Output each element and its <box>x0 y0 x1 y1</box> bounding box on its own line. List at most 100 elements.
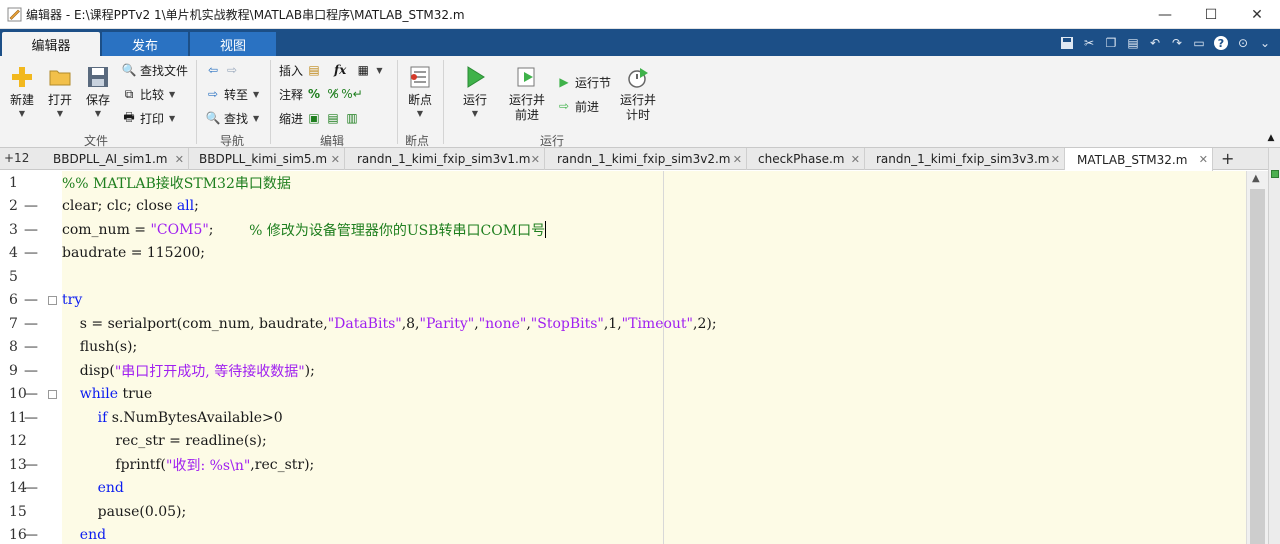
switch-windows-icon[interactable]: ▭ <box>1190 34 1208 52</box>
compare-button[interactable]: ⧉ 比较 ▼ <box>121 84 175 104</box>
uncomment-icon[interactable]: %̸ <box>325 86 341 102</box>
minimize-button[interactable]: — <box>1142 0 1188 29</box>
find-button[interactable]: 🔍 查找 ▼ <box>205 108 260 128</box>
open-button[interactable]: 打开 ▼ <box>47 64 73 118</box>
maximize-button[interactable]: ☐ <box>1188 0 1234 29</box>
printer-icon: 🖶 <box>123 109 135 124</box>
breakpoint-icon <box>407 64 433 90</box>
add-tab-button[interactable]: + <box>1221 149 1234 168</box>
fold-toggle-icon[interactable] <box>48 295 57 305</box>
expand-icon[interactable]: ⌄ <box>1256 34 1274 52</box>
redo-icon[interactable]: ↷ <box>1168 34 1186 52</box>
smart-indent-icon[interactable]: ▣ <box>306 110 322 126</box>
percent-icon[interactable]: % <box>306 86 322 102</box>
line-number: 13— <box>9 456 38 473</box>
play-icon <box>462 64 488 90</box>
tab-editor[interactable]: 编辑器 <box>2 32 100 56</box>
print-button[interactable]: 🖶 打印 ▼ <box>121 108 175 128</box>
code-line: flush(s); <box>62 339 138 356</box>
tab-file[interactable]: randn_1_kimi_fxip_sim3v2.m ✕ <box>545 148 747 170</box>
decrease-indent-icon[interactable]: ▥ <box>344 110 360 126</box>
run-and-time-button[interactable]: 运行并 计时 <box>620 64 656 123</box>
run-section-icon: ▶ <box>559 75 569 89</box>
line-number: 12 <box>9 433 27 450</box>
code-line: end <box>62 527 107 544</box>
insert-button[interactable]: 插入 ▤ <box>279 60 322 80</box>
text-cursor <box>545 221 547 239</box>
increase-indent-icon[interactable]: ▤ <box>325 110 341 126</box>
line-number: 9— <box>9 362 38 379</box>
tab-view[interactable]: 视图 <box>190 32 276 56</box>
line-number: 5 <box>9 268 18 285</box>
close-tab-icon[interactable]: ✕ <box>851 153 860 166</box>
close-tab-icon[interactable]: ✕ <box>331 153 340 166</box>
tab-file[interactable]: checkPhase.m ✕ <box>747 148 865 170</box>
vertical-scrollbar[interactable]: ▲ <box>1246 171 1268 544</box>
function-browser-icon[interactable]: ▦ <box>355 62 371 78</box>
line-number: 3— <box>9 221 38 238</box>
line-number: 16— <box>9 527 38 544</box>
close-tab-icon[interactable]: ✕ <box>175 153 184 166</box>
tab-publish[interactable]: 发布 <box>102 32 188 56</box>
breakpoints-button[interactable]: 断点 ▼ <box>407 64 433 118</box>
fold-toggle-icon[interactable] <box>48 389 57 399</box>
code-line: %% MATLAB接收STM32串口数据 <box>62 175 291 192</box>
ribbon: 新建 ▼ 打开 ▼ 保存 ▼ 🔍 查找文件 ⧉ 比较 ▼ 🖶 打印 ▼ 文件 ⇦… <box>0 56 1280 148</box>
goto-button[interactable]: ⇨ 转至 ▼ <box>205 84 259 104</box>
copy-icon[interactable]: ❐ <box>1102 34 1120 52</box>
code-line: end <box>62 480 124 497</box>
code-analyzer-status-icon[interactable] <box>1271 170 1279 178</box>
line-number: 6— <box>0 289 62 313</box>
tab-file[interactable]: BBDPLL_kimi_sim5.m ✕ <box>189 148 345 170</box>
new-button[interactable]: 新建 ▼ <box>9 64 35 118</box>
line-number: 7— <box>9 315 38 332</box>
chevron-down-icon: ▼ <box>169 89 176 99</box>
line-number: 15 <box>9 503 27 520</box>
close-tab-icon[interactable]: ✕ <box>531 153 540 166</box>
chevron-down-icon: ▼ <box>253 113 260 123</box>
tab-file[interactable]: randn_1_kimi_fxip_sim3v1.m ✕ <box>345 148 545 170</box>
tab-file[interactable]: BBDPLL_AI_sim1.m ✕ <box>39 148 189 170</box>
undo-icon[interactable]: ↶ <box>1146 34 1164 52</box>
code-editor[interactable]: 1 2— 3— 4— 5 6— 7— 8— 9— 10— 11— 12 13— … <box>0 171 1246 544</box>
save-icon[interactable] <box>1058 34 1076 52</box>
help-icon[interactable]: ? <box>1212 34 1230 52</box>
close-button[interactable]: ✕ <box>1234 0 1280 29</box>
group-label-edit: 编辑 <box>320 134 345 148</box>
run-section-button[interactable]: ▶ 运行节 <box>556 72 611 92</box>
indent-button[interactable]: 缩进 ▣ ▤ ▥ <box>279 108 360 128</box>
chevron-down-icon: ▼ <box>169 113 176 123</box>
preferences-icon[interactable]: ⊙ <box>1234 34 1252 52</box>
tab-file[interactable]: randn_1_kimi_fxip_sim3v3.m ✕ <box>865 148 1065 170</box>
back-forward-buttons[interactable]: ⇦ ⇨ <box>205 60 240 80</box>
search-icon: 🔍 <box>205 111 221 125</box>
cut-icon[interactable]: ✂ <box>1080 34 1098 52</box>
wrap-comment-icon[interactable]: %↵ <box>341 86 362 102</box>
close-tab-icon[interactable]: ✕ <box>1051 153 1060 166</box>
fx-button[interactable]: fx ▦ ▼ <box>334 60 382 80</box>
line-number: 14— <box>9 480 38 497</box>
tab-file-active[interactable]: MATLAB_STM32.m ✕ <box>1065 148 1213 171</box>
close-tab-icon[interactable]: ✕ <box>1199 153 1208 166</box>
comment-button[interactable]: 注释 % %̸ %↵ <box>279 84 363 104</box>
paste-icon[interactable]: ▤ <box>1124 34 1142 52</box>
ribbon-tab-strip: 编辑器 发布 视图 ✂ ❐ ▤ ↶ ↷ ▭ ? ⊙ ⌄ <box>0 29 1280 56</box>
arrow-left-icon[interactable]: ⇦ <box>205 62 221 78</box>
run-and-advance-button[interactable]: 运行并 前进 <box>509 64 545 123</box>
code-line: rec_str = readline(s); <box>62 433 267 450</box>
save-button[interactable]: 保存 ▼ <box>85 64 111 118</box>
code-line: fprintf("收到: %s\n" ,rec_str); <box>62 456 315 474</box>
advance-button[interactable]: ⇨ 前进 <box>556 96 599 116</box>
new-icon <box>9 64 35 90</box>
find-files-button[interactable]: 🔍 查找文件 <box>121 60 189 80</box>
scrollbar-thumb[interactable] <box>1250 189 1265 544</box>
find-files-icon: 🔍 <box>121 63 137 77</box>
arrow-right-icon[interactable]: ⇨ <box>224 62 240 78</box>
goto-arrow-icon: ⇨ <box>207 87 219 101</box>
close-tab-icon[interactable]: ✕ <box>733 153 742 166</box>
run-button[interactable]: 运行 ▼ <box>462 64 488 118</box>
scroll-up-icon[interactable]: ▲ <box>1252 173 1260 184</box>
more-tabs-button[interactable]: +12 <box>4 151 29 165</box>
function-icon: fx <box>334 63 347 77</box>
collapse-ribbon-button[interactable]: ▲ <box>1263 128 1279 148</box>
